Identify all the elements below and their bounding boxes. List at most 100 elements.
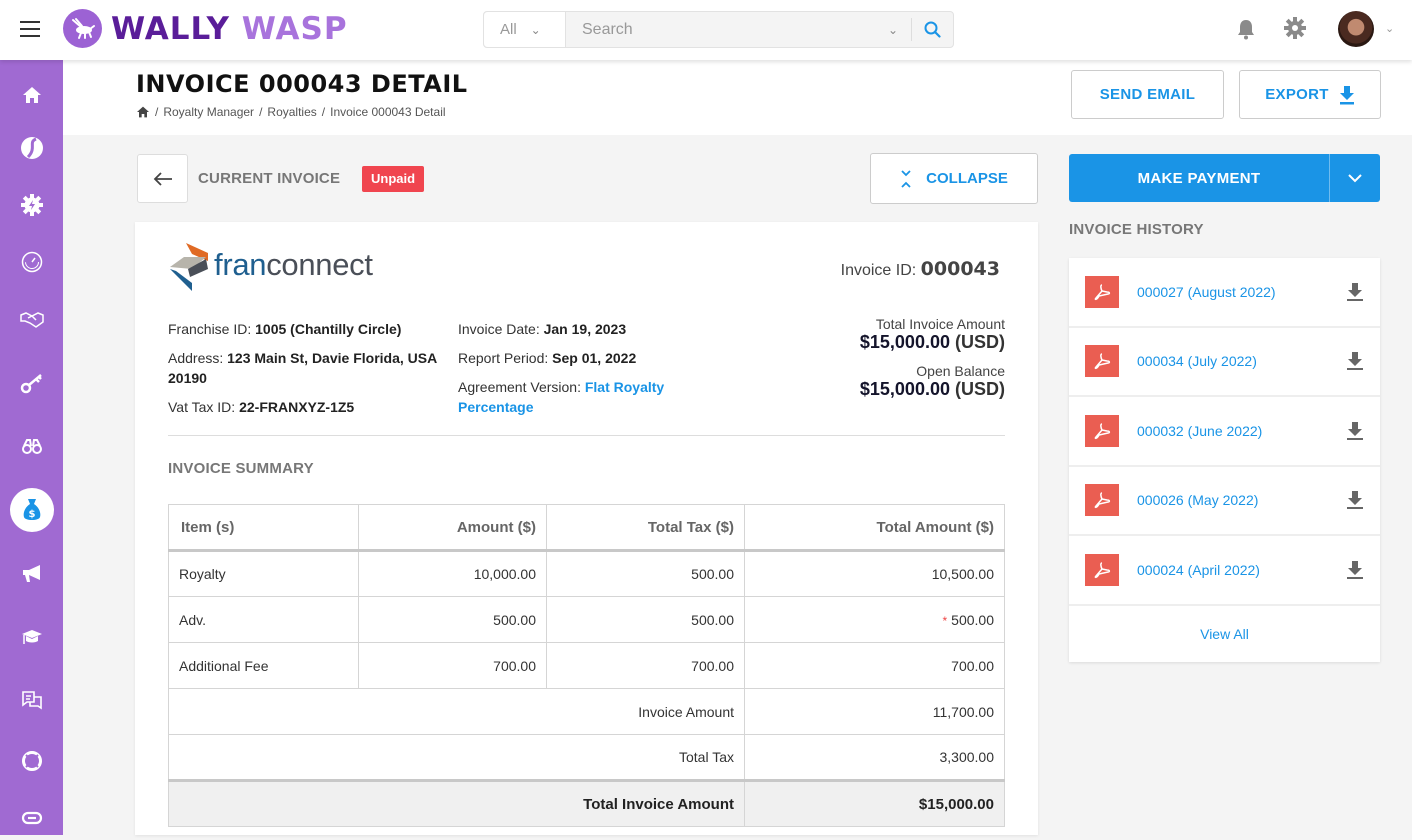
table-row: Royalty 10,000.00 500.00 10,500.00 bbox=[168, 550, 1005, 597]
sidebar-item-partners[interactable] bbox=[0, 298, 63, 342]
binoculars-icon bbox=[21, 439, 42, 454]
view-all-link[interactable]: View All bbox=[1069, 606, 1380, 662]
brand-part-2: WASP bbox=[241, 11, 348, 47]
hamburger-menu-icon[interactable] bbox=[20, 21, 40, 37]
download-icon[interactable] bbox=[1346, 282, 1364, 302]
breadcrumb-royalty-manager[interactable]: Royalty Manager bbox=[163, 105, 254, 119]
search-dropdown-chevron-icon[interactable]: ⌄ bbox=[875, 12, 911, 47]
download-icon[interactable] bbox=[1346, 490, 1364, 510]
settings-gear-icon[interactable] bbox=[1284, 17, 1306, 44]
sidebar-item-dashboard[interactable] bbox=[0, 240, 63, 284]
invoice-id: Invoice ID: 000043 bbox=[841, 258, 1000, 280]
franchise-id-label: Franchise ID: bbox=[168, 321, 252, 337]
search-input[interactable]: Search bbox=[566, 12, 875, 47]
collapse-icon bbox=[901, 169, 911, 188]
pdf-icon bbox=[1085, 553, 1119, 586]
megaphone-icon bbox=[22, 565, 40, 582]
cell-total: 700.00 bbox=[744, 642, 1005, 689]
collapse-label: COLLAPSE bbox=[926, 170, 1008, 187]
cell-amount: 500.00 bbox=[358, 596, 547, 643]
franconnect-logo-icon bbox=[170, 243, 208, 291]
vat-value: 22-FRANXYZ-1Z5 bbox=[239, 399, 355, 415]
brand-logo[interactable]: WALLY WASP bbox=[111, 10, 348, 48]
sidebar-item-messages[interactable] bbox=[0, 679, 63, 723]
sidebar-item-automation[interactable] bbox=[0, 183, 63, 227]
top-bar: WALLY WASP All ⌄ Search ⌄ ⌄ bbox=[0, 0, 1412, 60]
cell-amount: 10,000.00 bbox=[358, 550, 547, 597]
column-header-tax: Total Tax ($) bbox=[546, 504, 745, 552]
invoice-info: Invoice Date: Jan 19, 2023 Report Period… bbox=[458, 319, 688, 426]
invoice-totals: Total Invoice Amount $15,000.00 (USD) Op… bbox=[860, 316, 1005, 410]
payment-options-dropdown[interactable] bbox=[1329, 154, 1380, 202]
invoice-amount-row: Invoice Amount 11,700.00 bbox=[168, 688, 1005, 735]
pdf-icon bbox=[1085, 484, 1119, 517]
breadcrumb-home-icon[interactable] bbox=[136, 106, 150, 118]
breadcrumb-current: Invoice 000043 Detail bbox=[330, 105, 446, 119]
open-currency: (USD) bbox=[955, 379, 1005, 399]
download-icon[interactable] bbox=[1346, 351, 1364, 371]
agreement-label: Agreement Version: bbox=[458, 379, 581, 395]
sidebar-item-access[interactable] bbox=[0, 361, 63, 405]
sidebar-item-support[interactable] bbox=[0, 739, 63, 783]
gear-bolt-icon bbox=[20, 194, 43, 216]
notifications-bell-icon[interactable] bbox=[1236, 18, 1256, 45]
download-icon[interactable] bbox=[1346, 560, 1364, 580]
send-email-button[interactable]: SEND EMAIL bbox=[1071, 70, 1224, 119]
franconnect-wordmark: franconnect bbox=[214, 247, 373, 283]
history-invoice-link[interactable]: 000032 (June 2022) bbox=[1137, 423, 1346, 439]
download-icon bbox=[1339, 85, 1354, 104]
total-tax-row: Total Tax 3,300.00 bbox=[168, 734, 1005, 781]
sidebar-item-discovery[interactable] bbox=[0, 424, 63, 468]
search-category-select[interactable]: All ⌄ bbox=[484, 12, 566, 47]
chat-icon bbox=[21, 691, 42, 710]
user-avatar[interactable] bbox=[1338, 11, 1374, 47]
graduation-cap-icon bbox=[21, 630, 42, 644]
history-invoice-link[interactable]: 000034 (July 2022) bbox=[1137, 353, 1346, 369]
user-menu-chevron-icon[interactable]: ⌄ bbox=[1385, 22, 1394, 35]
sidebar-item-royalties[interactable]: $ bbox=[0, 488, 63, 532]
grand-total-row: Total Invoice Amount $15,000.00 bbox=[168, 779, 1005, 827]
list-item: 000026 (May 2022) bbox=[1069, 467, 1380, 536]
flag-asterisk: * bbox=[942, 613, 948, 628]
download-icon[interactable] bbox=[1346, 421, 1364, 441]
total-tax-label: Total Tax bbox=[168, 734, 745, 781]
cell-item: Additional Fee bbox=[168, 642, 359, 689]
search-icon bbox=[924, 21, 941, 38]
sidebar-item-home[interactable] bbox=[0, 73, 63, 117]
invoice-date-value: Jan 19, 2023 bbox=[543, 321, 627, 337]
svg-text:$: $ bbox=[28, 509, 35, 520]
open-balance-value: $15,000.00 bbox=[859, 379, 950, 399]
report-period-label: Report Period: bbox=[458, 350, 549, 366]
sidebar-item-brand[interactable] bbox=[0, 126, 63, 170]
history-invoice-link[interactable]: 000024 (April 2022) bbox=[1137, 562, 1346, 578]
cell-item: Royalty bbox=[168, 550, 359, 597]
list-item: 000034 (July 2022) bbox=[1069, 328, 1380, 397]
franchise-id-value: 1005 (Chantilly Circle) bbox=[255, 321, 402, 337]
cell-total: * 500.00 bbox=[744, 596, 1005, 643]
history-invoice-link[interactable]: 000026 (May 2022) bbox=[1137, 492, 1346, 508]
make-payment-button[interactable]: MAKE PAYMENT bbox=[1069, 154, 1329, 202]
address-label: Address: bbox=[168, 350, 224, 366]
invoice-amount-value: 11,700.00 bbox=[744, 688, 1005, 735]
list-item: 000027 (August 2022) bbox=[1069, 258, 1380, 328]
back-button[interactable] bbox=[137, 154, 188, 203]
search-button[interactable] bbox=[911, 18, 953, 41]
sidebar-item-marketing[interactable] bbox=[0, 552, 63, 596]
franconnect-logo: franconnect bbox=[168, 239, 373, 291]
export-button[interactable]: EXPORT bbox=[1239, 70, 1381, 119]
invoice-card: franconnect Invoice ID: 000043 Franchise… bbox=[135, 222, 1038, 835]
invoice-id-value: 000043 bbox=[920, 258, 1000, 280]
send-email-label: SEND EMAIL bbox=[1099, 86, 1196, 103]
breadcrumb-royalties[interactable]: Royalties bbox=[267, 105, 316, 119]
list-item: 000032 (June 2022) bbox=[1069, 397, 1380, 467]
history-invoice-link[interactable]: 000027 (August 2022) bbox=[1137, 284, 1346, 300]
brand-part-1: WALLY bbox=[111, 11, 230, 47]
table-row: Additional Fee 700.00 700.00 700.00 bbox=[168, 642, 1005, 689]
total-amount-value: $15,000.00 bbox=[859, 332, 950, 352]
total-currency: (USD) bbox=[955, 332, 1005, 352]
sidebar-item-links[interactable] bbox=[0, 796, 63, 840]
sidebar-item-training[interactable] bbox=[0, 615, 63, 659]
vat-label: Vat Tax ID: bbox=[168, 399, 236, 415]
cell-total-value: 500.00 bbox=[951, 611, 994, 628]
collapse-button[interactable]: COLLAPSE bbox=[870, 153, 1038, 204]
